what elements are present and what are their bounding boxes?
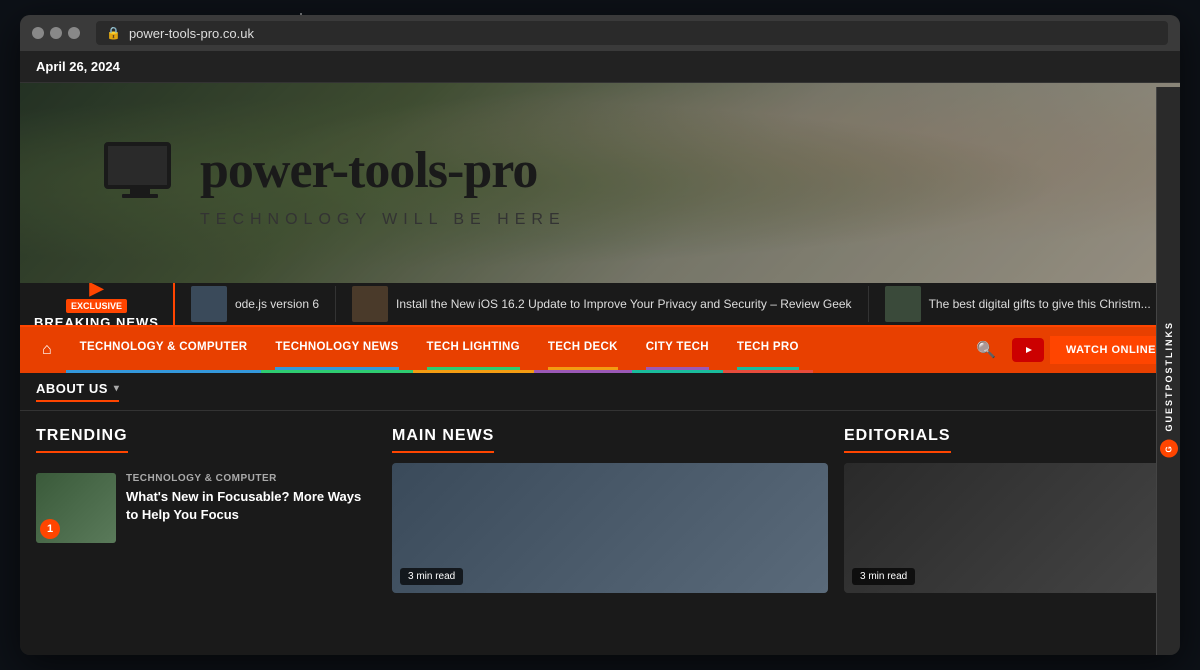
ticker-text-3: The best digital gifts to give this Chri… xyxy=(929,297,1151,311)
guestpostlinks-label: G GUESTPOSTLINKS xyxy=(1160,321,1178,458)
editorial-card-1[interactable]: 3 min read xyxy=(844,463,1164,593)
url-text: power-tools-pro.co.uk xyxy=(129,26,254,41)
breaking-text: BREAKING NEWS xyxy=(34,315,159,327)
address-bar[interactable]: 🔒 power-tools-pro.co.uk xyxy=(96,21,1168,45)
news-card-1[interactable]: 3 min read xyxy=(392,463,828,593)
hero-content: power-tools-pro TECHNOLOGY WILL BE HERE xyxy=(20,138,646,229)
nav-tech-deck[interactable]: TECH DECK xyxy=(534,327,632,373)
main-news-section: MAIN NEWS 3 min read xyxy=(392,427,828,593)
ticker-thumb-2 xyxy=(352,286,388,322)
side-strip: G GUESTPOSTLINKS xyxy=(1156,87,1180,655)
nav-label-tech-deck: TECH DECK xyxy=(548,341,618,353)
ticker-item-3: The best digital gifts to give this Chri… xyxy=(869,286,1168,322)
ticker-text-2: Install the New iOS 16.2 Update to Impro… xyxy=(396,297,852,311)
trending-thumb-1: 1 xyxy=(36,473,116,543)
trending-section: TRENDING 1 TECHNOLOGY & COMPUTER What's … xyxy=(36,427,376,593)
trending-category-1: TECHNOLOGY & COMPUTER xyxy=(126,473,376,484)
chevron-down-icon: ▾ xyxy=(114,383,120,394)
lock-icon: 🔒 xyxy=(106,26,121,40)
editorial-image-1: 3 min read xyxy=(844,463,1164,593)
home-button[interactable]: ⌂ xyxy=(28,327,66,373)
breaking-label: ▶ EXCLUSIVE BREAKING NEWS xyxy=(20,283,175,325)
trending-item-1: 1 TECHNOLOGY & COMPUTER What's New in Fo… xyxy=(36,473,376,543)
hero-tagline: TECHNOLOGY WILL BE HERE xyxy=(200,211,566,229)
editorial-read-time-1: 3 min read xyxy=(852,568,915,585)
dot-1 xyxy=(32,27,44,39)
breaking-news-bar: ▶ EXCLUSIVE BREAKING NEWS ode.js version… xyxy=(20,283,1180,327)
nav-technology-computer[interactable]: TECHNOLOGY & COMPUTER xyxy=(66,327,262,373)
date-bar: April 26, 2024 xyxy=(20,51,1180,83)
website-content: April 26, 2024 power-tool xyxy=(20,51,1180,655)
dot-2 xyxy=(50,27,62,39)
monitor-icon xyxy=(100,138,180,203)
gp-logo: G xyxy=(1160,439,1178,457)
secondary-nav: ABOUT US ▾ xyxy=(20,373,1180,411)
nav-city-tech[interactable]: CITY TECH xyxy=(632,327,723,373)
side-strip-text: GUESTPOSTLINKS xyxy=(1164,321,1174,432)
nav-label-city-tech: CITY TECH xyxy=(646,341,709,353)
nav-label-tech-news: TECHNOLOGY NEWS xyxy=(275,341,398,353)
nav-tech-pro[interactable]: TECH PRO xyxy=(723,327,813,373)
ticker-arrow: ▶ xyxy=(90,283,104,299)
ticker-text-1: ode.js version 6 xyxy=(235,297,319,311)
ticker-thumb-1 xyxy=(191,286,227,322)
editorials-title: EDITORIALS xyxy=(844,427,951,453)
trending-info: TECHNOLOGY & COMPUTER What's New in Focu… xyxy=(126,473,376,524)
hero-logo-row: power-tools-pro xyxy=(100,138,566,203)
about-us-label: ABOUT US xyxy=(36,381,108,396)
trending-title: TRENDING xyxy=(36,427,128,453)
hero-banner: power-tools-pro TECHNOLOGY WILL BE HERE xyxy=(20,83,1180,283)
about-us-button[interactable]: ABOUT US ▾ xyxy=(36,381,119,402)
main-news-title: MAIN NEWS xyxy=(392,427,494,453)
site-name: power-tools-pro xyxy=(200,141,537,200)
exclusive-badge: EXCLUSIVE xyxy=(66,299,127,313)
nav-label-tech-computer: TECHNOLOGY & COMPUTER xyxy=(80,341,248,353)
nav-technology-news[interactable]: TECHNOLOGY NEWS xyxy=(261,327,412,373)
date-text: April 26, 2024 xyxy=(36,59,120,74)
nav-tech-lighting[interactable]: TECH LIGHTING xyxy=(413,327,534,373)
dot-3 xyxy=(68,27,80,39)
news-card-image-1: 3 min read xyxy=(392,463,828,593)
main-content: TRENDING 1 TECHNOLOGY & COMPUTER What's … xyxy=(20,411,1180,609)
ticker-item-2: Install the New iOS 16.2 Update to Impro… xyxy=(336,286,869,322)
browser-window: 🔒 power-tools-pro.co.uk April 26, 2024 xyxy=(20,15,1180,655)
watch-online-button[interactable]: WATCH ONLINE xyxy=(1050,336,1172,364)
browser-titlebar: 🔒 power-tools-pro.co.uk xyxy=(20,15,1180,51)
nav-label-tech-pro: TECH PRO xyxy=(737,341,799,353)
read-time-badge-1: 3 min read xyxy=(400,568,463,585)
nav-label-tech-lighting: TECH LIGHTING xyxy=(427,341,520,353)
main-nav: ⌂ TECHNOLOGY & COMPUTER TECHNOLOGY NEWS … xyxy=(20,327,1180,373)
search-icon[interactable]: 🔍 xyxy=(966,340,1006,360)
ticker-thumb-3 xyxy=(885,286,921,322)
browser-dots xyxy=(32,27,80,39)
youtube-button[interactable] xyxy=(1012,338,1044,362)
ticker-item-1: ode.js version 6 xyxy=(175,286,336,322)
editorials-section: EDITORIALS 3 min read xyxy=(844,427,1164,593)
trending-article-title-1[interactable]: What's New in Focusable? More Ways to He… xyxy=(126,488,376,524)
trending-number-1: 1 xyxy=(40,519,60,539)
ticker-items: ode.js version 6 Install the New iOS 16.… xyxy=(175,286,1180,322)
